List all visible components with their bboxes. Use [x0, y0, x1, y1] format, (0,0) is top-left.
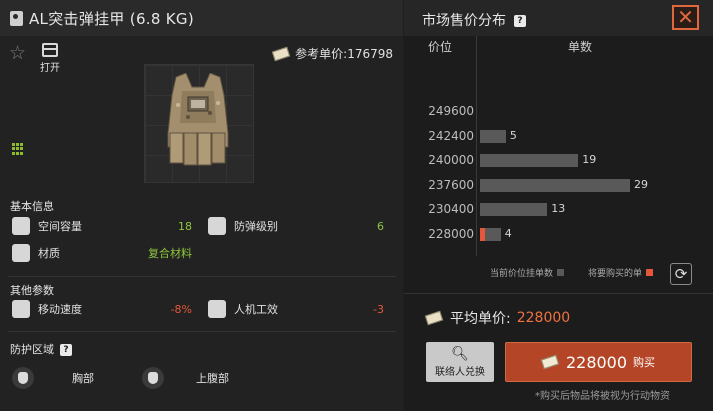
- divider: [404, 293, 713, 294]
- help-icon[interactable]: ?: [514, 15, 526, 27]
- money-icon: [271, 46, 291, 61]
- grid-size-icon: [12, 143, 24, 155]
- money-icon: [540, 354, 560, 370]
- backpack-icon: [12, 217, 30, 235]
- count-bar: [480, 129, 506, 143]
- stat-name: 材质: [38, 247, 60, 260]
- purchase-note: *购买后物品将被视为行动物资: [535, 391, 670, 402]
- stat-material: 材质 复合材料: [12, 243, 192, 263]
- running-icon: [12, 300, 30, 318]
- item-detail-window: AL突击弹挂甲 (6.8 KG) ☆ 打开 参考单价: 176798 基本信息 …: [0, 0, 713, 411]
- market-title-text: 市场售价分布: [422, 13, 506, 29]
- reference-price: 参考单价: 176798: [271, 45, 393, 62]
- buy-price: 228000: [565, 352, 628, 372]
- stat-ergonomics: 人机工效 -3: [208, 299, 384, 319]
- stat-value: -8%: [170, 302, 192, 316]
- stat-value: 复合材料: [148, 247, 192, 260]
- market-title: 市场售价分布?: [422, 10, 526, 30]
- item-title: AL突击弹挂甲 (6.8 KG): [29, 9, 194, 28]
- title-bar: AL突击弹挂甲 (6.8 KG): [0, 0, 403, 36]
- market-panel: 市场售价分布? ✕ 价位 单数 249600 242400 5 240000 19 237…: [404, 0, 713, 411]
- price-tick-label: 228000: [428, 226, 474, 241]
- refresh-button[interactable]: ⟳: [670, 263, 692, 285]
- avg-price-label: 平均单价:: [450, 311, 511, 327]
- price-column-header: 价位: [428, 40, 453, 54]
- protection-heading: 防护区域?: [10, 341, 72, 357]
- bar-value-label: 4: [504, 226, 512, 240]
- divider: [8, 331, 396, 332]
- stat-value: -3: [373, 302, 384, 316]
- legend-current-label: 当前价位挂单数: [490, 269, 554, 279]
- ref-price-label: 参考单价:: [295, 47, 348, 61]
- buy-label: 购买: [633, 356, 656, 369]
- contact-exchange-button[interactable]: 🔍︎ 联络人兑换: [426, 342, 494, 382]
- legend-current: 当前价位挂单数: [490, 266, 565, 279]
- count-bar: [480, 203, 548, 216]
- legend-mine-swatch: [646, 269, 654, 276]
- open-label: 打开: [40, 63, 60, 74]
- count-bar: [480, 178, 630, 192]
- shield-icon: [208, 217, 226, 235]
- legend-mine: 将要购买的单: [588, 266, 654, 279]
- pistol-icon: [208, 300, 226, 318]
- legend-current-swatch: [557, 269, 565, 276]
- count-column-header: 单数: [568, 40, 593, 54]
- bar-value-label: 5: [509, 128, 517, 142]
- favorite-star-icon[interactable]: ☆: [9, 44, 26, 63]
- other-params-heading: 其他参数: [10, 284, 54, 297]
- legend-mine-label: 将要购买的单: [588, 269, 643, 279]
- box-icon: [42, 43, 58, 57]
- chest-icon: [12, 367, 34, 389]
- bar-value-label: 29: [634, 177, 648, 191]
- close-button[interactable]: ✕: [672, 5, 699, 30]
- abdomen-icon: [142, 367, 164, 389]
- axis-line: [476, 36, 477, 256]
- count-bar: [480, 154, 579, 167]
- stat-name: 移动速度: [38, 303, 82, 316]
- stat-name: 防弹级别: [234, 220, 278, 233]
- stat-name: 空间容量: [38, 220, 82, 233]
- tag-icon: [10, 10, 23, 26]
- market-header: 市场售价分布? ✕: [404, 0, 713, 36]
- stat-move-speed: 移动速度 -8%: [12, 299, 192, 319]
- zone-label: 胸部: [72, 372, 94, 385]
- vest-image: [167, 73, 229, 166]
- bar-value-label: 13: [551, 202, 566, 215]
- ref-price-value: 176798: [347, 46, 393, 61]
- bar-value-label: 19: [582, 153, 597, 166]
- to-buy-bar: [480, 227, 486, 241]
- stat-capacity: 空间容量 18: [12, 216, 192, 236]
- protection-heading-text: 防护区域: [10, 343, 54, 356]
- price-tick-label: 249600: [428, 104, 474, 118]
- exchange-label: 联络人兑换: [435, 367, 485, 378]
- zone-label: 上腹部: [196, 372, 229, 385]
- price-tick-label: 240000: [428, 153, 474, 167]
- price-tick-label: 242400: [428, 128, 474, 143]
- search-icon: 🔍︎: [451, 346, 469, 362]
- money-icon: [424, 310, 444, 326]
- item-image-frame: [144, 64, 254, 183]
- average-price: 平均单价: 228000: [424, 308, 571, 328]
- divider: [8, 276, 396, 277]
- stat-armor-class: 防弹级别 6: [208, 216, 384, 236]
- zone-chest: 胸部: [12, 367, 94, 389]
- price-tick-label: 237600: [428, 177, 474, 192]
- stat-value: 6: [377, 219, 384, 233]
- stat-value: 18: [178, 219, 192, 233]
- avg-price-value: 228000: [516, 310, 571, 326]
- price-tick-label: 230400: [428, 202, 474, 216]
- stat-name: 人机工效: [234, 303, 278, 316]
- open-button[interactable]: 打开: [37, 43, 63, 74]
- basic-info-heading: 基本信息: [10, 200, 54, 213]
- zone-upper-abdomen: 上腹部: [142, 367, 229, 389]
- material-icon: [12, 244, 30, 262]
- help-icon[interactable]: ?: [60, 344, 72, 356]
- item-info-panel: AL突击弹挂甲 (6.8 KG) ☆ 打开 参考单价: 176798 基本信息 …: [0, 0, 403, 411]
- buy-button[interactable]: 228000 购买: [505, 342, 692, 382]
